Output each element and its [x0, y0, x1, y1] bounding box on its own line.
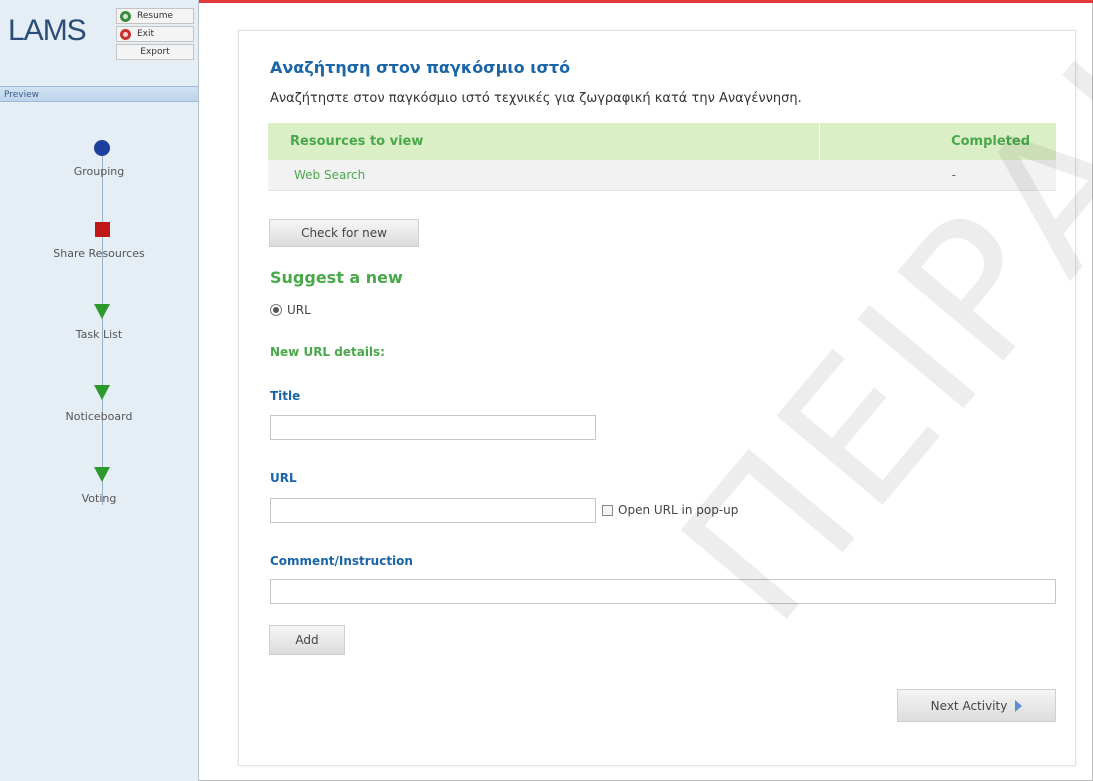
next-activity-label: Next Activity [930, 698, 1008, 713]
url-radio-option[interactable]: URL [270, 303, 311, 317]
export-label: Export [140, 47, 170, 57]
next-activity-button[interactable]: Next Activity [897, 689, 1056, 722]
popup-option[interactable]: Open URL in pop-up [602, 503, 738, 517]
instructions-text: Αναζήτηστε στον παγκόσμιο ιστό τεχνικές … [270, 91, 802, 106]
table-row: Web Search - [268, 160, 1056, 191]
activity-grouping[interactable]: Grouping [0, 165, 198, 178]
url-input[interactable] [270, 498, 596, 523]
circle-icon[interactable] [94, 140, 110, 156]
logo-text: LAMS [8, 14, 87, 47]
new-url-details-label: New URL details: [270, 345, 385, 359]
comment-input[interactable] [270, 579, 1056, 604]
activity-label: Noticeboard [65, 410, 133, 423]
web-search-link[interactable]: Web Search [294, 168, 365, 182]
triangle-icon[interactable] [94, 304, 110, 319]
activity-label: Voting [81, 492, 117, 505]
exit-button[interactable]: Exit [116, 26, 194, 42]
popup-label: Open URL in pop-up [618, 503, 739, 517]
activity-label: Grouping [73, 165, 125, 178]
activity-share-resources[interactable]: Share Resources [0, 247, 198, 260]
arrow-right-icon [1015, 699, 1023, 712]
activity-label: Task List [75, 328, 123, 341]
triangle-icon[interactable] [94, 467, 110, 482]
resume-label: Resume [137, 11, 174, 21]
activity-label: Share Resources [53, 247, 145, 260]
url-radio-label: URL [287, 303, 311, 317]
page-title: Αναζήτηση στον παγκόσμιο ιστό [270, 58, 571, 77]
sidebar: LAMS Resume Exit Export Preview Grouping… [0, 0, 199, 781]
resource-cell: Web Search [268, 160, 820, 190]
resources-table: Resources to view Completed Web Search - [268, 123, 1056, 191]
header-completed: Completed [951, 134, 1030, 149]
url-label: URL [270, 471, 297, 485]
top-accent-bar [199, 0, 1093, 3]
preview-label: Preview [4, 90, 40, 100]
resume-button[interactable]: Resume [116, 8, 194, 24]
title-input[interactable] [270, 415, 596, 440]
triangle-icon[interactable] [94, 385, 110, 400]
exit-label: Exit [137, 29, 155, 39]
exit-icon [120, 28, 131, 40]
square-icon[interactable] [95, 222, 110, 237]
export-button[interactable]: Export [116, 44, 194, 60]
activity-noticeboard[interactable]: Noticeboard [0, 410, 198, 423]
table-header: Resources to view Completed [268, 123, 1056, 160]
lams-logo: LAMS [8, 14, 87, 48]
popup-checkbox[interactable] [602, 504, 613, 516]
header-resources: Resources to view [268, 123, 820, 160]
title-label: Title [270, 389, 301, 403]
add-button[interactable]: Add [269, 625, 345, 655]
check-for-new-button[interactable]: Check for new [269, 219, 419, 247]
completed-cell: - [951, 168, 956, 182]
comment-label: Comment/Instruction [270, 554, 413, 568]
activity-voting[interactable]: Voting [0, 492, 198, 505]
preview-bar: Preview [0, 86, 198, 102]
add-label: Add [295, 633, 319, 647]
url-radio[interactable] [270, 304, 282, 316]
resume-icon [120, 10, 131, 22]
suggest-heading: Suggest a new [270, 268, 403, 287]
check-for-new-label: Check for new [301, 226, 387, 240]
progress-line [102, 145, 103, 505]
activity-task-list[interactable]: Task List [0, 328, 198, 341]
